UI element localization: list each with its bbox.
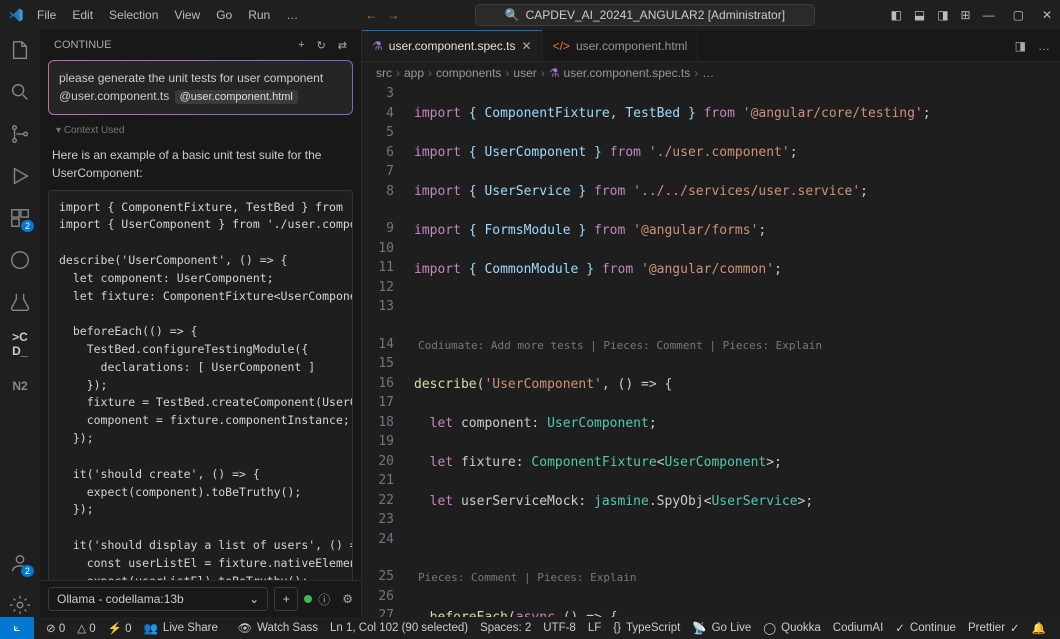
add-model-button[interactable]: + <box>274 587 298 611</box>
line-gutter: 345678 910111213 1415161718192021222324 … <box>362 84 408 617</box>
search-area: 🔍 CAPDEV_AI_20241_ANGULAR2 [Administrato… <box>399 4 890 26</box>
status-eol[interactable]: LF <box>582 621 607 635</box>
menu-run[interactable]: Run <box>241 4 277 26</box>
window-maximize-icon[interactable]: ▢ <box>1013 8 1024 22</box>
status-liveshare[interactable]: 👥 Live Share <box>138 621 224 635</box>
customize-layout-icon[interactable]: ⊞ <box>961 8 971 22</box>
status-prettier[interactable]: Prettier ✓ <box>962 621 1026 635</box>
extensions-badge: 2 <box>21 220 34 232</box>
codelens[interactable]: Pieces: Comment | Pieces: Explain <box>414 570 1060 588</box>
new-session-icon[interactable]: + <box>298 39 304 52</box>
chevron-down-icon: ⌄ <box>249 592 259 606</box>
prompt-chip-html[interactable]: @user.component.html <box>175 90 298 104</box>
assistant-text: Here is an example of a basic unit test … <box>48 140 353 190</box>
context-used[interactable]: ▾ Context Used <box>48 121 353 140</box>
model-label: Ollama - codellama:13b <box>57 592 184 606</box>
tab-spec-label: user.component.spec.ts <box>389 39 516 53</box>
menu-view[interactable]: View <box>167 4 207 26</box>
panel-bottom-icon[interactable]: ⬓ <box>914 8 925 22</box>
menu-selection[interactable]: Selection <box>102 4 165 26</box>
run-debug-icon[interactable] <box>8 164 32 188</box>
status-quokka[interactable]: ◯ Quokka <box>757 621 827 635</box>
status-ports[interactable]: ⚡ 0 <box>102 621 138 635</box>
status-cursor[interactable]: Ln 1, Col 102 (90 selected) <box>324 621 474 635</box>
search-icon[interactable] <box>8 80 32 104</box>
model-selector[interactable]: Ollama - codellama:13b ⌄ <box>48 587 268 611</box>
layout-controls: ◧ ⬓ ◨ ⊞ <box>891 8 971 22</box>
reverse-icon[interactable]: ⇄ <box>338 39 347 52</box>
settings-icon[interactable] <box>8 593 32 617</box>
window-close-icon[interactable]: ✕ <box>1042 8 1052 22</box>
window-controls: — ▢ ✕ <box>983 8 1052 22</box>
status-errors[interactable]: ⊘ 0 <box>40 621 71 635</box>
panel-right-icon[interactable]: ◨ <box>937 8 948 22</box>
panel-left-icon[interactable]: ◧ <box>891 8 902 22</box>
tab-html[interactable]: </> user.component.html <box>543 30 699 61</box>
window-minimize-icon[interactable]: — <box>983 8 995 22</box>
html-icon: </> <box>553 39 570 53</box>
panel-body: please generate the unit tests for user … <box>40 60 361 580</box>
tab-spec[interactable]: ⚗ user.component.spec.ts ✕ <box>362 30 543 61</box>
testing-icon[interactable] <box>8 290 32 314</box>
accounts-icon[interactable]: 2 <box>8 551 32 575</box>
help-icon[interactable]: ⓘ <box>318 591 330 608</box>
side-panel: CONTINUE + ↻ ⇄ please generate the unit … <box>40 30 362 617</box>
extensions-icon[interactable]: 2 <box>8 206 32 230</box>
search-icon: 🔍 <box>505 8 520 22</box>
panel-footer: Ollama - codellama:13b ⌄ + ⓘ ⚙ <box>40 580 361 617</box>
breadcrumbs[interactable]: src› app› components› user› ⚗ user.compo… <box>362 62 1060 84</box>
menu-file[interactable]: File <box>30 4 63 26</box>
gear-icon[interactable]: ⚙ <box>342 592 353 606</box>
search-text: CAPDEV_AI_20241_ANGULAR2 [Administrator] <box>526 8 785 22</box>
explorer-icon[interactable] <box>8 38 32 62</box>
flask-icon: ⚗ <box>372 39 383 53</box>
panel-title: CONTINUE <box>54 39 111 51</box>
titlebar: File Edit Selection View Go Run … ← → 🔍 … <box>0 0 1060 30</box>
menu-bar: File Edit Selection View Go Run … <box>30 4 305 26</box>
flask-icon: ⚗ <box>549 66 560 80</box>
scm-icon[interactable] <box>8 122 32 146</box>
command-center[interactable]: 🔍 CAPDEV_AI_20241_ANGULAR2 [Administrato… <box>475 4 815 26</box>
menu-more[interactable]: … <box>279 4 305 26</box>
prompt-box[interactable]: please generate the unit tests for user … <box>48 60 353 115</box>
status-golive[interactable]: 📡 Go Live <box>686 621 757 635</box>
status-spaces[interactable]: Spaces: 2 <box>474 621 537 635</box>
menu-edit[interactable]: Edit <box>65 4 100 26</box>
status-language[interactable]: {} TypeScript <box>607 621 686 635</box>
code-editor[interactable]: 345678 910111213 1415161718192021222324 … <box>362 84 1060 617</box>
history-icon[interactable]: ↻ <box>317 39 326 52</box>
status-encoding[interactable]: UTF-8 <box>537 621 582 635</box>
nav-back-icon[interactable]: ← <box>365 8 377 22</box>
codelens[interactable]: Codiumate: Add more tests | Pieces: Comm… <box>414 338 1060 356</box>
status-watch-sass[interactable]: 👁 Watch Sass <box>231 621 324 635</box>
remote-explorer-icon[interactable] <box>8 248 32 272</box>
status-warnings[interactable]: △ 0 <box>71 621 101 635</box>
continue-icon[interactable]: >CD_ <box>8 332 32 356</box>
prompt-chip-ts: @user.component.ts <box>59 89 169 103</box>
nav-arrows: ← → <box>365 8 399 22</box>
close-icon[interactable]: ✕ <box>522 39 532 53</box>
code-lines: import { ComponentFixture, TestBed } fro… <box>414 84 1060 617</box>
assistant-code-block: import { ComponentFixture, TestBed } fro… <box>48 190 353 581</box>
prompt-line1: please generate the unit tests for user … <box>59 69 342 87</box>
status-bell-icon[interactable]: 🔔 <box>1026 621 1052 635</box>
tabs: ⚗ user.component.spec.ts ✕ </> user.comp… <box>362 30 1060 62</box>
tab-html-label: user.component.html <box>576 39 687 53</box>
split-icon[interactable]: ◨ <box>1015 39 1026 53</box>
n2-icon[interactable]: N2 <box>8 374 32 398</box>
status-continue[interactable]: ✓ Continue <box>889 621 962 635</box>
status-codium[interactable]: CodiumAI <box>827 621 890 635</box>
activity-bar: 2 >CD_ N2 2 <box>0 30 40 617</box>
status-bar: ⟀ ⊘ 0 △ 0 ⚡ 0 👥 Live Share 👁 Watch Sass … <box>0 617 1060 639</box>
accounts-badge: 2 <box>21 565 34 577</box>
panel-header: CONTINUE + ↻ ⇄ <box>40 30 361 60</box>
remote-indicator[interactable]: ⟀ <box>0 617 34 639</box>
editor-area: ⚗ user.component.spec.ts ✕ </> user.comp… <box>362 30 1060 617</box>
status-dot <box>304 595 312 603</box>
nav-forward-icon[interactable]: → <box>387 8 399 22</box>
more-icon[interactable]: … <box>1038 39 1050 53</box>
vscode-logo-icon <box>8 7 24 23</box>
menu-go[interactable]: Go <box>209 4 239 26</box>
